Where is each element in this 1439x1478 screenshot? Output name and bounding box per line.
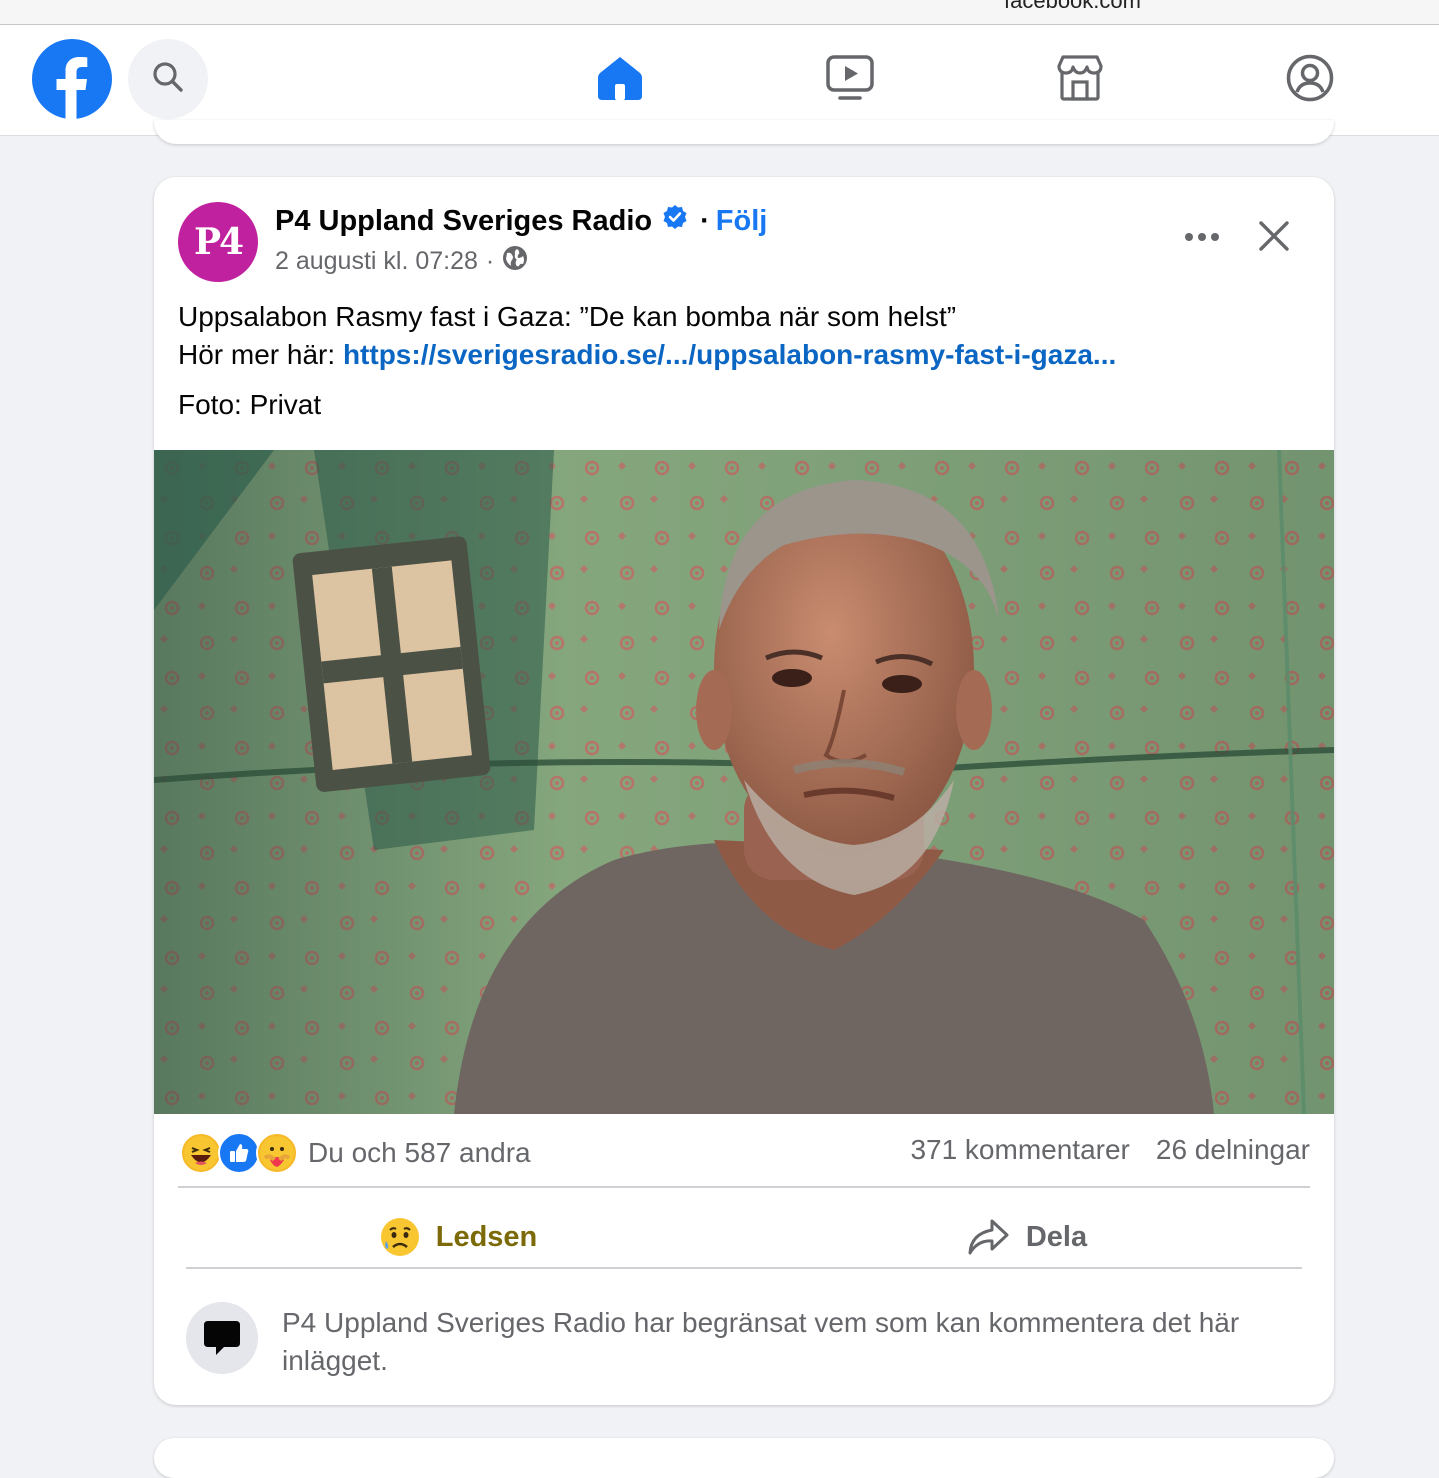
page-name-link[interactable]: P4 Uppland Sveriges Radio (275, 205, 652, 238)
comments-count[interactable]: 371 kommentarer (910, 1134, 1129, 1166)
post-headline: Uppsalabon Rasmy fast i Gaza: ”De kan bo… (178, 301, 957, 332)
care-reaction-icon (256, 1132, 298, 1174)
marketplace-icon (1055, 54, 1105, 107)
post-header-title: P4 Uppland Sveriges Radio · Följ (275, 204, 767, 238)
more-options-button[interactable] (1172, 213, 1232, 263)
haha-reaction-icon (180, 1132, 222, 1174)
avatar-text: P4 (193, 221, 244, 263)
close-icon (1258, 220, 1290, 257)
post-body: Uppsalabon Rasmy fast i Gaza: ”De kan bo… (178, 298, 1308, 374)
tab-home[interactable] (517, 25, 723, 135)
profile-icon (1286, 54, 1334, 107)
page-avatar[interactable]: P4 (178, 202, 258, 282)
post-photo[interactable] (154, 450, 1334, 1114)
facebook-logo-icon[interactable] (32, 39, 112, 119)
search-button[interactable] (128, 39, 208, 119)
tab-profile[interactable] (1207, 25, 1413, 135)
hide-post-button[interactable] (1248, 213, 1300, 263)
post-timestamp[interactable]: 2 augusti kl. 07:28 (275, 247, 478, 276)
post-card: P4 P4 Uppland Sveriges Radio · Följ 2 au… (154, 177, 1334, 1405)
link-prefix: Hör mer här: (178, 339, 343, 370)
follow-button[interactable]: Följ (716, 205, 768, 238)
divider (178, 1186, 1310, 1188)
more-dots-icon (1184, 229, 1220, 247)
reactions-summary[interactable]: Du och 587 andra (180, 1132, 531, 1174)
photo-credit: Foto: Privat (178, 389, 322, 420)
tab-marketplace[interactable] (977, 25, 1183, 135)
share-button[interactable]: Dela (754, 1197, 1299, 1277)
previous-post-card (154, 120, 1334, 144)
verified-badge-icon (662, 204, 688, 238)
sad-face-icon (380, 1217, 420, 1257)
browser-url-bar[interactable]: facebook.com (0, 0, 1439, 25)
search-icon (151, 60, 185, 99)
comment-bubble-icon (186, 1302, 258, 1374)
video-icon (825, 54, 875, 107)
post-meta: 2 augusti kl. 07:28 · (275, 245, 528, 278)
reaction-button-label: Ledsen (435, 1220, 538, 1253)
separator-dot: · (700, 204, 710, 237)
url-text: facebook.com (1004, 0, 1141, 13)
comment-restriction-notice: P4 Uppland Sveriges Radio har begränsat … (282, 1307, 1240, 1376)
reactions-count: Du och 587 andra (308, 1137, 531, 1168)
tab-watch[interactable] (747, 25, 953, 135)
reaction-button[interactable]: Ledsen (186, 1197, 731, 1277)
share-arrow-icon (966, 1217, 1010, 1257)
share-button-label: Dela (1025, 1220, 1088, 1253)
post-stats: 371 kommentarer 26 delningar (910, 1134, 1310, 1166)
divider (186, 1267, 1302, 1269)
post-link-line: Hör mer här: https://sverigesradio.se/..… (178, 336, 1308, 374)
like-reaction-icon (218, 1132, 260, 1174)
globe-icon (502, 245, 528, 278)
meta-separator: · (485, 247, 495, 275)
article-link[interactable]: https://sverigesradio.se/.../uppsalabon-… (343, 339, 1116, 370)
home-icon (596, 54, 644, 107)
shares-count[interactable]: 26 delningar (1156, 1134, 1310, 1166)
next-post-card (154, 1438, 1334, 1478)
